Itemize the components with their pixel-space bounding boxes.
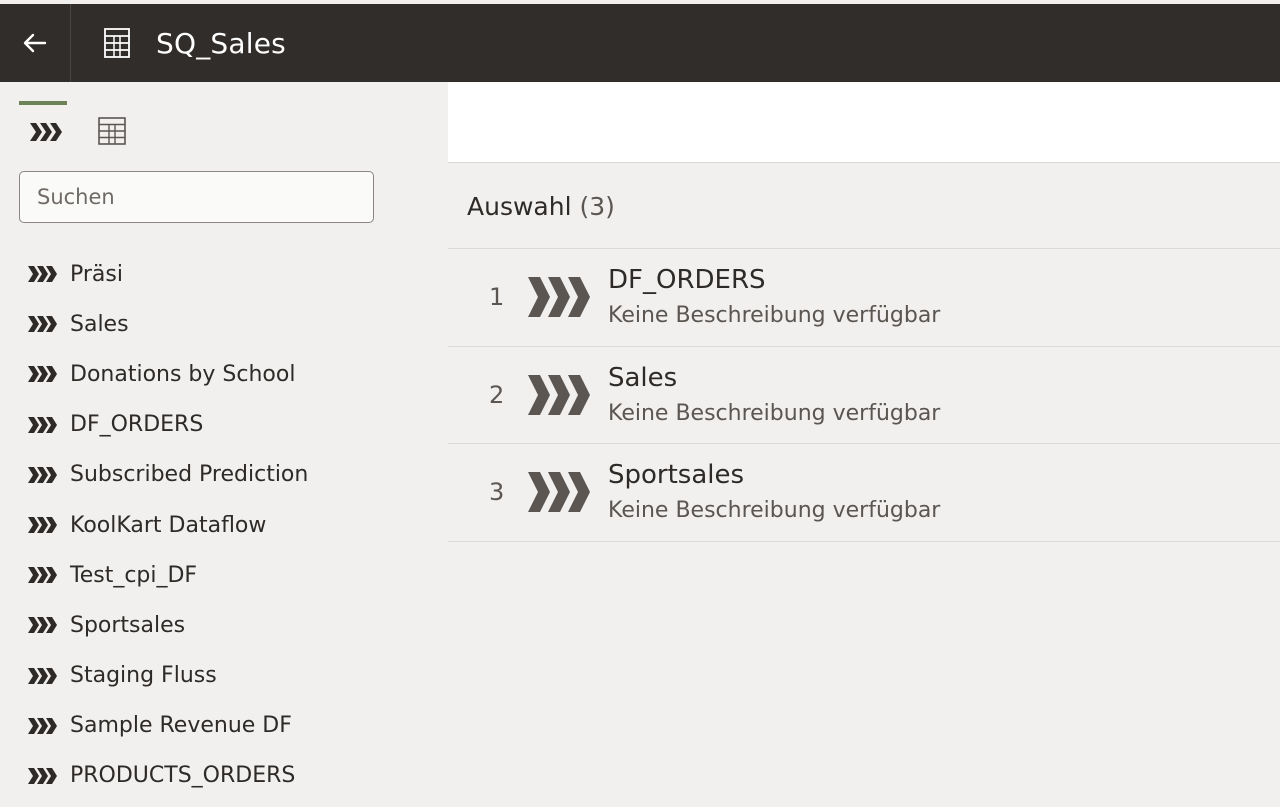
- selection-heading: Auswahl (3): [467, 192, 615, 221]
- dataflow-icon: [28, 366, 57, 383]
- dataflow-icon: [28, 767, 57, 784]
- dataflow-icon: [28, 416, 57, 433]
- selection-name: Sportsales: [608, 460, 745, 490]
- tab-sequences[interactable]: [97, 115, 127, 147]
- dataflow-icon: [28, 466, 57, 483]
- list-item[interactable]: Subscribed Prediction: [0, 450, 446, 500]
- list-item-label: DF_ORDERS: [70, 412, 204, 438]
- list-item[interactable]: Sportsales: [0, 600, 446, 650]
- dataflow-list: Präsi Sales Donations by School DF_ORDER…: [0, 249, 446, 801]
- dataflow-icon: [28, 717, 57, 734]
- list-item-label: Sportsales: [70, 612, 186, 638]
- list-item[interactable]: Sales: [0, 299, 446, 349]
- list-item-label: Test_cpi_DF: [70, 562, 198, 588]
- dataflow-icon: [528, 472, 590, 512]
- list-item[interactable]: KoolKart Dataflow: [0, 500, 446, 550]
- dataflow-icon: [28, 667, 57, 684]
- list-item[interactable]: Donations by School: [0, 349, 446, 399]
- selection-number: 2: [489, 380, 505, 409]
- selection-row[interactable]: 2 Sales Keine Beschreibung verfügbar: [448, 347, 1280, 444]
- dataflow-icon: [28, 316, 57, 333]
- list-item[interactable]: Test_cpi_DF: [0, 550, 446, 600]
- sequence-icon: [103, 26, 131, 60]
- back-button[interactable]: [0, 4, 71, 82]
- list-item[interactable]: Staging Fluss: [0, 651, 446, 701]
- dataflow-icon: [28, 517, 57, 534]
- selection-number: 1: [489, 283, 505, 311]
- selection-row[interactable]: 3 Sportsales Keine Beschreibung verfügba…: [448, 444, 1280, 542]
- list-item-label: Subscribed Prediction: [70, 462, 309, 488]
- page-title: SQ_Sales: [156, 26, 286, 60]
- selection-name: Sales: [608, 362, 678, 393]
- list-item-label: Sample Revenue DF: [70, 713, 292, 739]
- selection-list: 1 DF_ORDERS Keine Beschreibung verfügbar…: [448, 248, 1280, 542]
- selection-description: Keine Beschreibung verfügbar: [608, 400, 941, 426]
- list-item-label: Donations by School: [70, 361, 296, 387]
- sidebar: Präsi Sales Donations by School DF_ORDER…: [0, 82, 446, 807]
- selection-count: (3): [579, 192, 615, 221]
- list-item[interactable]: Sample Revenue DF: [0, 701, 446, 751]
- selection-row[interactable]: 1 DF_ORDERS Keine Beschreibung verfügbar: [448, 249, 1280, 347]
- toolbar-area: [448, 82, 1280, 163]
- selection-description: Keine Beschreibung verfügbar: [608, 498, 941, 523]
- selection-number: 3: [489, 478, 505, 506]
- list-item-label: Sales: [70, 311, 129, 337]
- dataflow-icon: [28, 266, 57, 283]
- list-item-label: Staging Fluss: [70, 663, 217, 689]
- selection-name: DF_ORDERS: [608, 265, 766, 295]
- list-item[interactable]: Präsi: [0, 249, 446, 299]
- arrow-left-icon: [23, 33, 47, 53]
- main-panel: Auswahl (3) 1 DF_ORDERS Keine Beschreibu…: [448, 82, 1280, 807]
- dataflow-icon: [30, 123, 62, 141]
- active-tab-indicator: [19, 101, 67, 105]
- dataflow-icon: [528, 277, 590, 317]
- list-item-label: KoolKart Dataflow: [70, 512, 267, 538]
- dataflow-icon: [28, 567, 57, 584]
- tab-dataflows[interactable]: [28, 119, 62, 145]
- search-input[interactable]: [19, 171, 374, 223]
- selection-label: Auswahl: [467, 192, 572, 221]
- selection-description: Keine Beschreibung verfügbar: [608, 303, 941, 328]
- list-item[interactable]: DF_ORDERS: [0, 400, 446, 450]
- dataflow-icon: [28, 617, 57, 634]
- list-item-label: Präsi: [70, 261, 123, 287]
- app-header: SQ_Sales: [0, 4, 1280, 82]
- sequence-icon: [98, 117, 126, 145]
- list-item[interactable]: PRODUCTS_ORDERS: [0, 751, 446, 801]
- dataflow-icon: [528, 374, 590, 415]
- list-item-label: PRODUCTS_ORDERS: [70, 763, 296, 789]
